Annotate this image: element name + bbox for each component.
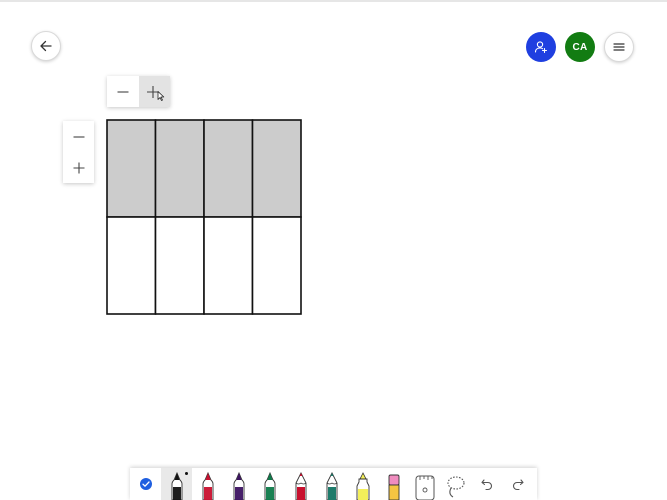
- top-border: [0, 0, 667, 2]
- tool-redo-12[interactable]: [502, 468, 533, 500]
- pen-icon: [169, 470, 185, 500]
- tool-pen-4[interactable]: [254, 468, 285, 500]
- plus-icon: [73, 162, 84, 173]
- eraser-icon: [386, 470, 402, 500]
- grid-cell[interactable]: [154, 216, 205, 315]
- tool-lasso-10[interactable]: [440, 468, 471, 500]
- pen-icon: [231, 470, 247, 500]
- pen-icon: [262, 470, 278, 500]
- tool-pen-1[interactable]: [161, 468, 192, 500]
- selected-dot: [185, 472, 188, 475]
- remove-column-button[interactable]: [107, 76, 139, 107]
- highlighter-icon: [352, 470, 374, 500]
- arrow-left-icon: [40, 40, 52, 52]
- tool-pencil-5[interactable]: [285, 468, 316, 500]
- tool-undo-11[interactable]: [471, 468, 502, 500]
- hamburger-icon: [613, 43, 625, 51]
- tool-eraser-8[interactable]: [378, 468, 409, 500]
- lasso-icon: [445, 470, 467, 500]
- menu-button[interactable]: [604, 32, 634, 62]
- pencil-icon: [293, 470, 309, 500]
- redo-icon: [511, 477, 525, 491]
- row-stepper: [63, 121, 94, 183]
- share-button[interactable]: [526, 32, 556, 62]
- ruler-icon: [414, 470, 436, 500]
- grid-cell-shaded[interactable]: [154, 119, 205, 218]
- fraction-grid[interactable]: [105, 118, 303, 316]
- ink-toolbar: [130, 468, 537, 500]
- mouse-cursor-icon: [157, 90, 165, 101]
- tool-pen-3[interactable]: [223, 468, 254, 500]
- add-column-button[interactable]: [138, 76, 170, 107]
- grid-cell[interactable]: [106, 216, 157, 315]
- tool-pen-2[interactable]: [192, 468, 223, 500]
- grid-cell-shaded[interactable]: [251, 119, 302, 218]
- grid-cell[interactable]: [251, 216, 302, 315]
- tool-pencil-6[interactable]: [316, 468, 347, 500]
- grid-cell-shaded[interactable]: [106, 119, 157, 218]
- remove-row-button[interactable]: [63, 121, 94, 152]
- check-circle-icon: [139, 477, 153, 491]
- pencil-icon: [324, 470, 340, 500]
- grid-cell[interactable]: [203, 216, 254, 315]
- minus-icon: [117, 90, 129, 93]
- tool-highlighter-7[interactable]: [347, 468, 378, 500]
- tool-ruler-9[interactable]: [409, 468, 440, 500]
- avatar-initials: CA: [572, 41, 588, 53]
- add-row-button[interactable]: [63, 152, 94, 183]
- undo-icon: [480, 477, 494, 491]
- column-stepper: [107, 76, 170, 107]
- minus-icon: [73, 135, 84, 138]
- add-person-icon: [534, 41, 548, 54]
- plus-icon: [147, 85, 165, 101]
- back-button[interactable]: [31, 31, 61, 61]
- user-avatar[interactable]: CA: [565, 32, 595, 62]
- pen-icon: [200, 470, 216, 500]
- grid-cell-shaded[interactable]: [203, 119, 254, 218]
- tool-check-circle-0[interactable]: [130, 468, 161, 500]
